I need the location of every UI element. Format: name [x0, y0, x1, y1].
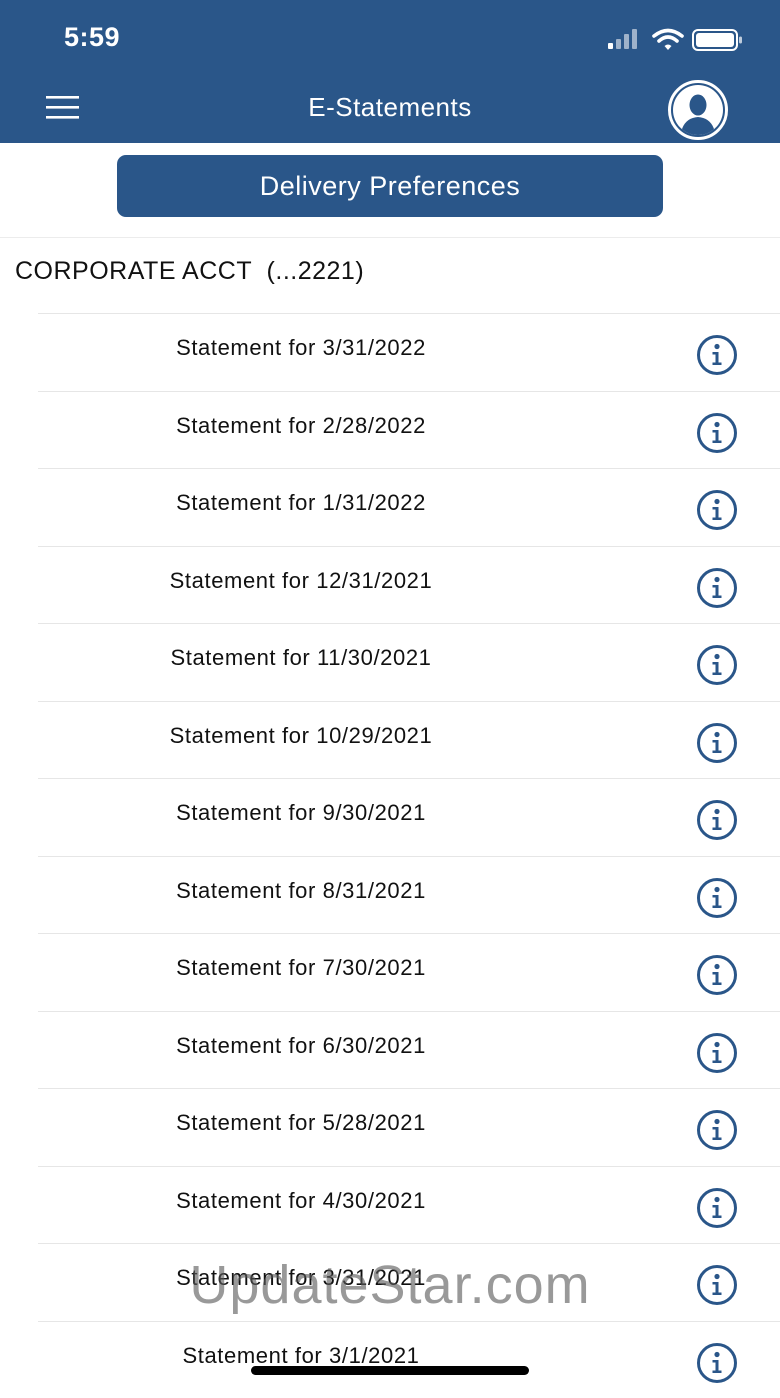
- cellular-signal-icon: [608, 29, 637, 49]
- home-indicator: [251, 1366, 529, 1375]
- statement-label[interactable]: Statement for 9/30/2021: [0, 800, 602, 826]
- info-icon[interactable]: [696, 334, 738, 376]
- statement-row[interactable]: Statement for 9/30/2021: [0, 778, 780, 856]
- statement-row[interactable]: Statement for 3/31/2021: [0, 1243, 780, 1321]
- divider: [0, 237, 780, 238]
- info-icon[interactable]: [696, 567, 738, 609]
- statement-label[interactable]: Statement for 8/31/2021: [0, 878, 602, 904]
- status-time: 5:59: [64, 22, 120, 53]
- statement-row[interactable]: Statement for 4/30/2021: [0, 1166, 780, 1244]
- statement-label[interactable]: Statement for 2/28/2022: [0, 413, 602, 439]
- info-icon[interactable]: [696, 489, 738, 531]
- info-icon[interactable]: [696, 1342, 738, 1384]
- info-icon[interactable]: [696, 1109, 738, 1151]
- statement-row[interactable]: Statement for 3/31/2022: [0, 313, 780, 391]
- statement-label[interactable]: Statement for 4/30/2021: [0, 1188, 602, 1214]
- battery-icon: [693, 30, 742, 50]
- info-icon[interactable]: [696, 799, 738, 841]
- info-icon[interactable]: [696, 412, 738, 454]
- statement-label[interactable]: Statement for 3/31/2022: [0, 335, 602, 361]
- wifi-icon: [654, 31, 682, 51]
- statement-row[interactable]: Statement for 10/29/2021: [0, 701, 780, 779]
- info-icon[interactable]: [696, 877, 738, 919]
- page-title: E-Statements: [0, 92, 780, 123]
- statement-list: Statement for 3/31/2022 Statement for 2/2…: [0, 313, 780, 1398]
- info-icon[interactable]: [696, 954, 738, 996]
- statement-row[interactable]: Statement for 7/30/2021: [0, 933, 780, 1011]
- statement-row[interactable]: Statement for 11/30/2021: [0, 623, 780, 701]
- statement-label[interactable]: Statement for 7/30/2021: [0, 955, 602, 981]
- statement-label[interactable]: Statement for 6/30/2021: [0, 1033, 602, 1059]
- statement-label[interactable]: Statement for 11/30/2021: [0, 645, 602, 671]
- info-icon[interactable]: [696, 644, 738, 686]
- status-icons: [608, 26, 748, 52]
- statement-label[interactable]: Statement for 10/29/2021: [0, 723, 602, 749]
- app-header: 5:59 E-Statements: [0, 0, 780, 143]
- info-icon[interactable]: [696, 1264, 738, 1306]
- statement-label[interactable]: Statement for 3/1/2021: [0, 1343, 602, 1369]
- statement-label[interactable]: Statement for 12/31/2021: [0, 568, 602, 594]
- user-profile-icon[interactable]: [668, 80, 728, 140]
- statement-row[interactable]: Statement for 2/28/2022: [0, 391, 780, 469]
- statement-row[interactable]: Statement for 3/1/2021: [0, 1321, 780, 1398]
- statement-row[interactable]: Statement for 5/28/2021: [0, 1088, 780, 1166]
- delivery-preferences-button[interactable]: Delivery Preferences: [117, 155, 663, 217]
- statement-row[interactable]: Statement for 8/31/2021: [0, 856, 780, 934]
- statement-row[interactable]: Statement for 6/30/2021: [0, 1011, 780, 1089]
- info-icon[interactable]: [696, 722, 738, 764]
- info-icon[interactable]: [696, 1187, 738, 1229]
- info-icon[interactable]: [696, 1032, 738, 1074]
- statement-label[interactable]: Statement for 1/31/2022: [0, 490, 602, 516]
- statement-label[interactable]: Statement for 3/31/2021: [0, 1265, 602, 1291]
- statement-row[interactable]: Statement for 12/31/2021: [0, 546, 780, 624]
- statement-label[interactable]: Statement for 5/28/2021: [0, 1110, 602, 1136]
- account-title: CORPORATE ACCT (...2221): [15, 257, 364, 286]
- statement-row[interactable]: Statement for 1/31/2022: [0, 468, 780, 546]
